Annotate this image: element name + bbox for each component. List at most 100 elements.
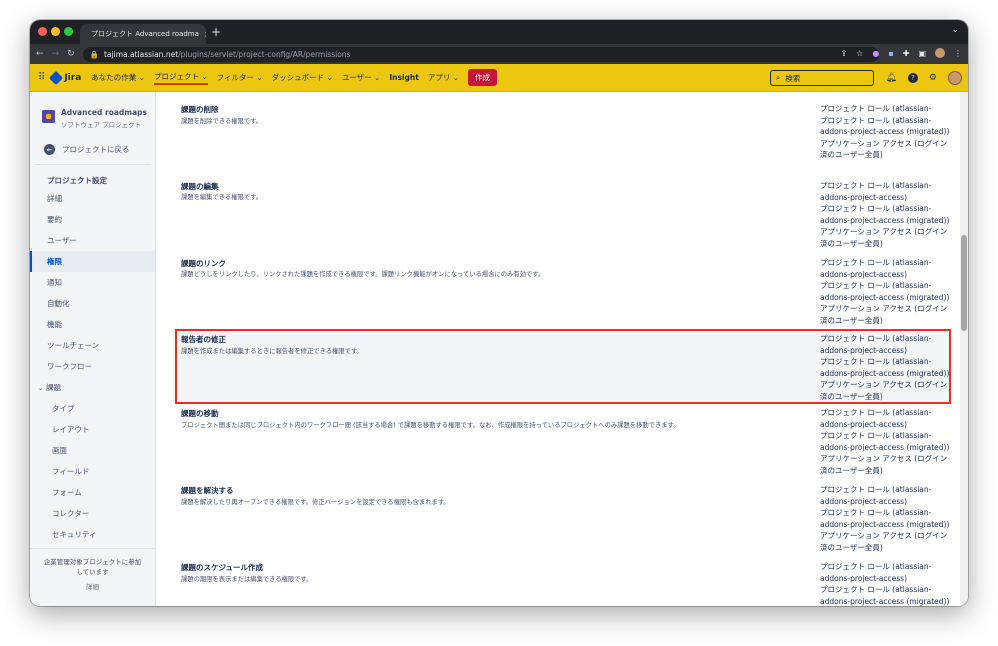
jira-logo-text: Jira [64,72,82,83]
nav-insight[interactable]: Insight [389,73,418,82]
permission-grants: プロジェクト ロール (atlassian- addons-project-ac… [820,407,949,476]
permissions-list: 課題の削除 課題を削除できる権限です。 プロジェクト ロール (atlassia… [156,92,968,606]
role-grant: プロジェクト ロール (atlassian- [820,204,932,213]
sidebar-subitem-types[interactable]: タイプ [30,398,155,419]
jira-favicon-icon [83,31,89,37]
sidebar-item-issues[interactable]: ⌄ 課題 [30,377,155,398]
scrollbar[interactable] [960,92,968,606]
sidebar-item-issues-label: 課題 [46,383,62,392]
role-grant: addons-project-access) [820,192,908,202]
close-window-button[interactable] [38,27,47,36]
search-icon: ⌕ [776,73,781,82]
nav-people[interactable]: ユーザー ⌄ [342,72,381,83]
role-grant: アプリケーション アクセス (ログイン [820,304,948,313]
profile-avatar-icon[interactable] [935,48,945,58]
settings-gear-icon[interactable]: ⚙ [929,73,937,83]
sidebar-item-toolchain[interactable]: ツールチェーン [30,335,155,356]
sidebar-item-notifications[interactable]: 通知 [30,272,155,293]
help-icon[interactable]: ? [907,73,918,83]
user-avatar[interactable] [948,71,962,85]
scrollbar-thumb[interactable] [961,235,967,331]
permission-desc: プロジェクト間または同じプロジェクト内のワークフロー間 (該当する場合) で課題… [181,422,680,429]
nav-projects[interactable]: プロジェクト ⌄ [153,71,208,85]
bookmark-star-icon[interactable]: ☆ [856,49,863,58]
sidebar-subitem-fields[interactable]: フィールド [30,461,155,482]
company-managed-text: 企業管理対象プロジェクトに参加しています [43,558,142,576]
sidebar-item-workflows[interactable]: ワークフロー [30,356,155,377]
role-grant: addons-project-access (migrated)) [820,442,950,452]
tab-close-icon[interactable]: × [204,30,206,39]
permission-title: 課題のスケジュール作成 [181,563,263,572]
highlight-annotation-box [175,329,951,404]
sidebar-subitem-screens[interactable]: 画面 [30,440,155,461]
role-grant: アプリケーション アクセス (ログイン [820,227,948,236]
sidebar-subitem-layout[interactable]: レイアウト [30,419,155,440]
reload-icon[interactable]: ↻ [67,49,75,59]
role-grant: addons-project-access) [820,269,908,279]
maximize-window-button[interactable] [64,27,73,36]
search-input[interactable]: ⌕ 検索 [770,70,874,86]
role-grant: アプリケーション アクセス (ログイン [820,531,948,540]
nav-filters[interactable]: フィルター ⌄ [217,72,263,83]
sidebar-subitem-collectors[interactable]: コレクター [30,503,155,524]
back-to-project-link[interactable]: ← プロジェクトに戻る [30,144,155,155]
role-grant: 済のユーザー全員) [820,315,883,325]
sidebar-subitem-security[interactable]: セキュリティ [30,524,155,545]
jira-logo[interactable]: Jira [49,70,82,85]
role-grant: プロジェクト ロール (atlassian- [820,281,932,290]
permission-grants: プロジェクト ロール (atlassian- addons-project-ac… [820,561,949,606]
new-tab-button[interactable]: + [211,25,221,39]
notifications-icon[interactable]: 🔔︎ [885,73,896,83]
puzzle-icon[interactable]: ✚ [903,49,910,58]
back-arrow-icon[interactable]: ← [36,49,44,59]
tab-bar: プロジェクト Advanced roadma × + ⌄ [30,20,968,44]
url-field[interactable]: 🔒 tajima.atlassian.net/plugins/servlet/p… [82,46,879,62]
jira-top-nav: ⠿ Jira あなたの作業 ⌄ プロジェクト ⌄ フィルター ⌄ ダッシュボード… [30,64,968,92]
permission-desc: 課題を削除できる権限です。 [181,118,263,125]
share-icon[interactable]: ⇪ [840,49,847,58]
jira-logo-icon [49,70,64,85]
sidebar-item-details[interactable]: 詳細 [30,188,155,209]
permission-desc: 課題を解決したり再オープンできる権限です。修正バージョンを設定できる権限も含まれ… [181,499,450,506]
project-header[interactable]: Advanced roadmaps ソフトウェア プロジェクト [30,92,155,129]
app-switcher-icon[interactable]: ⠿ [38,72,45,83]
tab-title: プロジェクト Advanced roadma [91,30,199,38]
sidebar-item-automation[interactable]: 自動化 [30,293,155,314]
extension-icon[interactable]: ▪ [888,49,893,58]
permission-title: 課題のリンク [181,259,226,268]
permission-grants: プロジェクト ロール (atlassian- addons-project-ac… [820,180,949,249]
extension-icon[interactable]: ● [872,49,879,58]
sidebar-subitem-forms[interactable]: フォーム [30,482,155,503]
permission-row: 課題のリンク 課題どうしをリンクしたり、リンクされた課題を作成できる権限です。課… [173,245,951,325]
create-button[interactable]: 作成 [468,69,497,86]
permission-desc: 課題どうしをリンクしたり、リンクされた課題を作成できる権限です。課題リンク機能が… [181,271,545,278]
sidepanel-icon[interactable]: ▣ [918,49,926,58]
sidebar-item-permissions[interactable]: 権限 [30,251,155,272]
sidebar-item-summary[interactable]: 要約 [30,209,155,230]
nav-dashboards[interactable]: ダッシュボード ⌄ [272,72,333,83]
role-grant: 済のユーザー全員) [820,465,883,475]
permission-desc: 課題を編集できる権限です。 [181,194,263,201]
role-grant: addons-project-access) [820,573,908,583]
role-grant: プロジェクト ロール (atlassian- [820,562,932,571]
permission-title: 課題の移動 [181,409,219,418]
forward-arrow-icon[interactable]: → [52,49,60,59]
minimize-window-button[interactable] [51,27,60,36]
more-menu-icon[interactable]: ⋮ [954,49,962,58]
permission-title: 課題の編集 [181,182,219,191]
permission-row: 課題の編集 課題を編集できる権限です。 プロジェクト ロール (atlassia… [173,168,951,248]
nav-your-work[interactable]: あなたの作業 ⌄ [91,72,145,83]
role-grant: プロジェクト ロール (atlassian- [820,181,932,190]
project-name: Advanced roadmaps [61,108,147,117]
nav-apps[interactable]: アプリ ⌄ [428,72,459,83]
sidebar-item-people[interactable]: ユーザー [30,230,155,251]
tab-search-chevron-icon[interactable]: ⌄ [951,25,959,35]
learn-more-link[interactable]: 詳細 [30,582,155,592]
browser-window: プロジェクト Advanced roadma × + ⌄ ← → ↻ 🔒 taj… [30,20,968,606]
role-grant: addons-project-access) [820,419,908,429]
browser-tab[interactable]: プロジェクト Advanced roadma × [80,24,206,44]
sidebar-item-features[interactable]: 機能 [30,314,155,335]
company-managed-notice: 企業管理対象プロジェクトに参加しています 詳細 [30,548,155,606]
address-bar-row: ← → ↻ 🔒 tajima.atlassian.net/plugins/ser… [30,44,968,64]
role-grant: プロジェクト ロール (atlassian- [820,104,932,113]
